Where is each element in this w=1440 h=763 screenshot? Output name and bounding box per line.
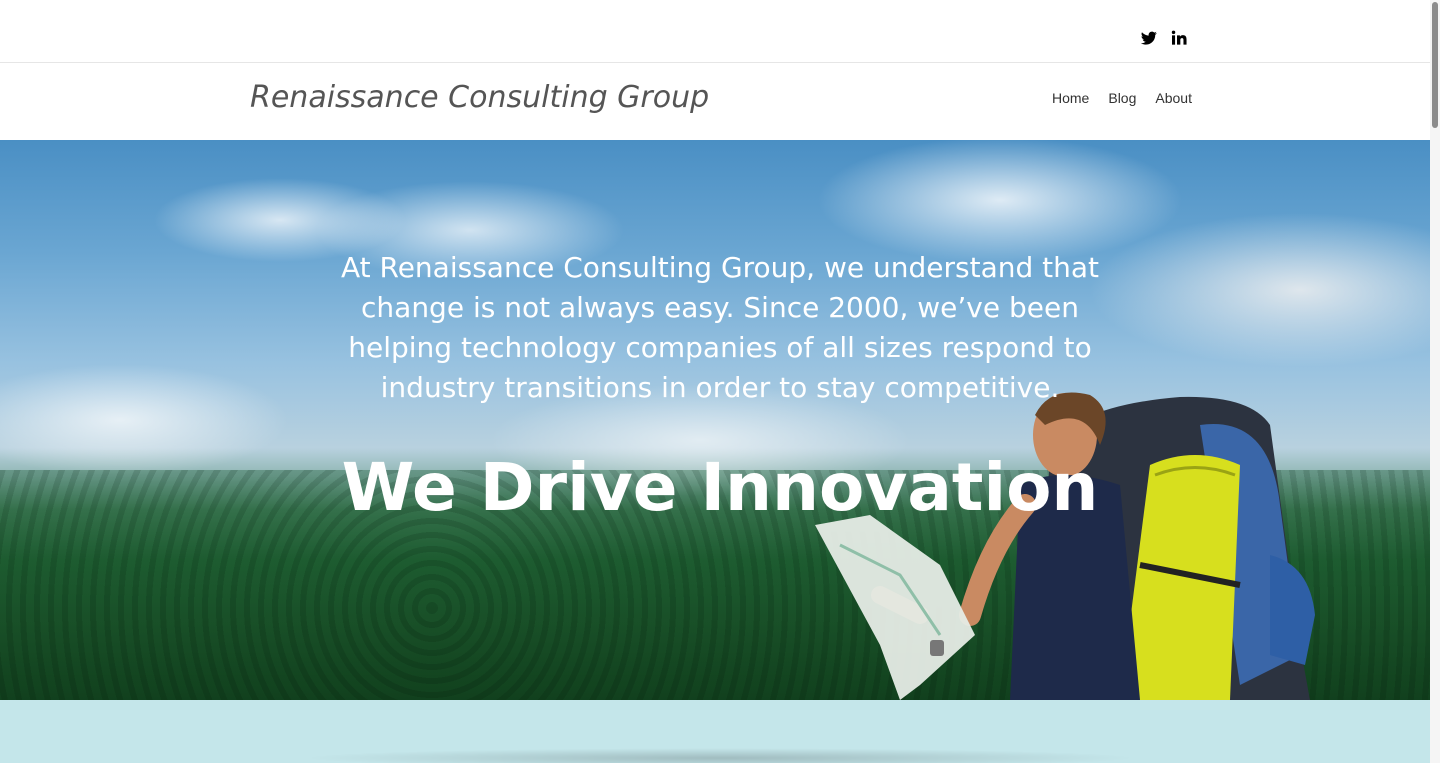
- twitter-link[interactable]: [1141, 30, 1157, 46]
- content-band: [0, 700, 1440, 763]
- page-scrollbar[interactable]: [1430, 0, 1440, 763]
- main-nav: Home Blog About: [1052, 90, 1192, 106]
- content-card-shadow: [300, 748, 1140, 763]
- site-header: Renaissance Consulting Group Home Blog A…: [0, 64, 1440, 140]
- social-bar: [0, 0, 1440, 63]
- nav-about[interactable]: About: [1155, 90, 1192, 106]
- social-links: [1141, 30, 1187, 46]
- hiker-image: [815, 392, 1315, 700]
- page: Renaissance Consulting Group Home Blog A…: [0, 0, 1440, 763]
- linkedin-link[interactable]: [1171, 30, 1187, 46]
- nav-blog[interactable]: Blog: [1108, 90, 1136, 106]
- nav-home[interactable]: Home: [1052, 90, 1089, 106]
- site-logo[interactable]: Renaissance Consulting Group: [250, 80, 709, 115]
- twitter-icon: [1141, 31, 1157, 45]
- hero-section: At Renaissance Consulting Group, we unde…: [0, 140, 1440, 700]
- scrollbar-thumb[interactable]: [1432, 2, 1438, 128]
- hero-title: We Drive Innovation: [341, 449, 1099, 526]
- linkedin-icon: [1171, 30, 1187, 45]
- hero-intro-text: At Renaissance Consulting Group, we unde…: [340, 251, 1100, 404]
